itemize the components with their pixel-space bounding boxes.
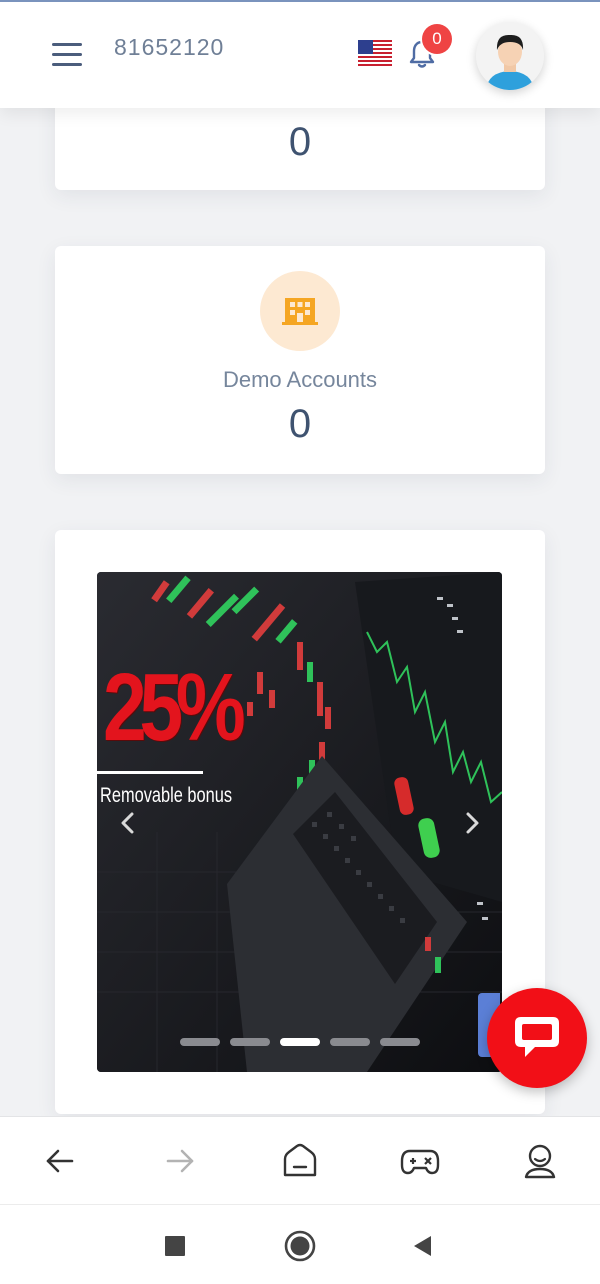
home-icon[interactable] — [280, 1141, 320, 1181]
forward-arrow-icon[interactable] — [160, 1141, 200, 1181]
stat-value: 0 — [288, 120, 312, 164]
system-nav-bar — [0, 1204, 600, 1284]
chevron-left-icon[interactable] — [115, 810, 141, 836]
promo-card: 25% Removable bonus — [55, 530, 545, 1114]
back-triangle-icon[interactable] — [405, 1229, 439, 1263]
recents-square-icon[interactable] — [158, 1229, 192, 1263]
promo-divider — [97, 771, 203, 774]
home-circle-icon[interactable] — [283, 1229, 317, 1263]
us-flag-icon[interactable] — [358, 40, 392, 66]
browser-bottom-nav — [0, 1116, 600, 1204]
stat-value: 0 — [288, 402, 312, 446]
back-arrow-icon[interactable] — [40, 1141, 80, 1181]
carousel-dot[interactable] — [180, 1038, 220, 1046]
chevron-right-icon[interactable] — [459, 810, 485, 836]
building-icon — [260, 271, 340, 351]
hamburger-menu-icon[interactable] — [52, 43, 82, 67]
carousel-dot-active[interactable] — [280, 1038, 320, 1046]
top-border — [0, 0, 600, 2]
promo-headline: 25% — [103, 654, 246, 761]
gamepad-icon[interactable] — [400, 1141, 440, 1181]
app-header: 81652120 0 — [0, 2, 600, 108]
promo-subtitle: Removable bonus — [100, 784, 233, 807]
carousel-dot[interactable] — [380, 1038, 420, 1046]
notification-badge: 0 — [422, 24, 452, 54]
trading-laptop-illustration — [97, 572, 502, 1072]
stat-label: Demo Accounts — [222, 367, 378, 392]
chat-bubble-icon — [515, 1017, 559, 1057]
stat-card-demo-accounts: Demo Accounts 0 — [55, 246, 545, 474]
carousel-dot[interactable] — [230, 1038, 270, 1046]
avatar[interactable] — [476, 22, 544, 90]
profile-icon[interactable] — [520, 1141, 560, 1181]
promo-banner-image[interactable]: 25% Removable bonus — [97, 572, 502, 1072]
live-chat-button[interactable] — [487, 988, 587, 1088]
carousel-dot[interactable] — [330, 1038, 370, 1046]
account-number: 81652120 — [114, 34, 225, 60]
